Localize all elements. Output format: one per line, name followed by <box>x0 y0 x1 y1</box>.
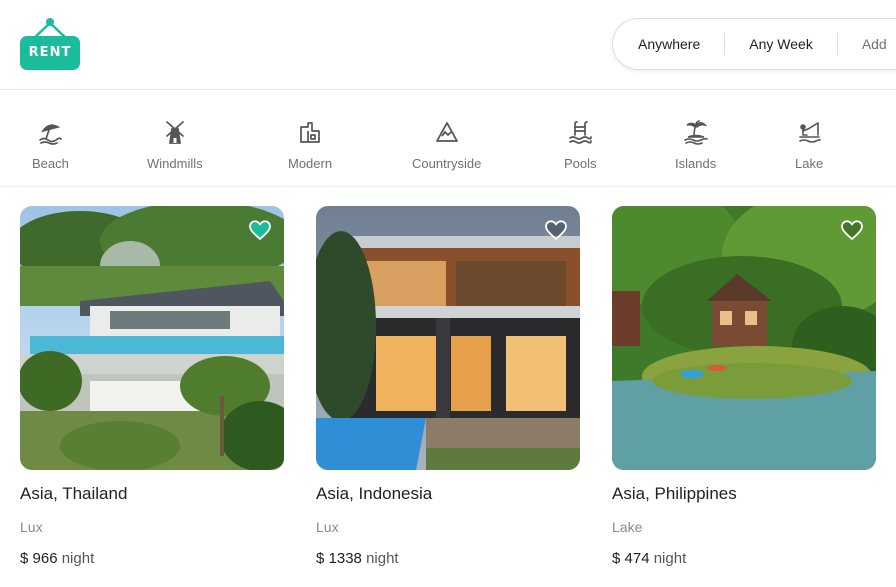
listing-category: Lake <box>612 519 643 535</box>
price-unit: night <box>366 550 399 567</box>
top-header: RENT Anywhere Any Week Add <box>0 0 896 90</box>
beach-umbrella-icon <box>37 119 63 145</box>
listing-price: $ 1338 night <box>316 550 580 567</box>
category-label: Beach <box>32 156 69 171</box>
listing-photo[interactable] <box>316 206 580 470</box>
listing-location: Asia, Philippines <box>612 484 737 503</box>
listing-location: Asia, Indonesia <box>316 484 433 503</box>
price-amount: $ 1338 <box>316 550 362 567</box>
listing-card[interactable]: Asia, Thailand Lux $ 966 night <box>20 206 284 567</box>
modern-building-icon <box>297 119 323 145</box>
category-windmills[interactable]: Windmills <box>147 119 203 171</box>
listing-price: $ 474 night <box>612 550 876 567</box>
category-bar: Beach Windmills Modern Countryside Pools… <box>0 91 896 187</box>
lake-fishing-icon <box>796 119 822 145</box>
favorite-heart-icon[interactable] <box>544 218 568 242</box>
rent-logo[interactable]: RENT <box>20 18 80 70</box>
price-amount: $ 474 <box>612 550 650 567</box>
category-label: Pools <box>564 156 597 171</box>
category-pools[interactable]: Pools <box>564 119 597 171</box>
search-any-week-button[interactable]: Any Week <box>725 36 837 52</box>
category-label: Islands <box>675 156 717 171</box>
listing-photo[interactable] <box>612 206 876 470</box>
price-unit: night <box>653 550 687 567</box>
price-unit: night <box>61 550 95 567</box>
search-anywhere-button[interactable]: Anywhere <box>613 36 724 52</box>
search-add-guests-button[interactable]: Add <box>838 36 896 52</box>
category-label: Windmills <box>147 156 203 171</box>
listing-photo[interactable] <box>20 206 284 470</box>
favorite-heart-icon[interactable] <box>248 218 272 242</box>
category-lake[interactable]: Lake <box>795 119 823 171</box>
palm-island-icon <box>683 119 709 145</box>
listing-category: Lux <box>316 519 339 535</box>
price-amount: $ 966 <box>20 550 58 567</box>
listing-card[interactable]: Asia, Indonesia Lux $ 1338 night <box>316 206 580 567</box>
favorite-heart-icon[interactable] <box>840 218 864 242</box>
listing-price: $ 966 night <box>20 550 284 567</box>
category-label: Countryside <box>412 156 482 171</box>
search-bar[interactable]: Anywhere Any Week Add <box>612 18 896 70</box>
category-countryside[interactable]: Countryside <box>412 119 481 171</box>
windmill-icon <box>162 119 188 145</box>
listing-category: Lux <box>20 519 43 535</box>
category-islands[interactable]: Islands <box>675 119 716 171</box>
listing-card[interactable]: Asia, Philippines Lake $ 474 night <box>612 206 876 567</box>
pool-ladder-icon <box>567 119 593 145</box>
logo-text: RENT <box>28 45 72 60</box>
category-label: Lake <box>795 156 824 171</box>
listing-location: Asia, Thailand <box>20 484 128 503</box>
mountain-icon <box>434 119 460 145</box>
category-beach[interactable]: Beach <box>32 119 69 171</box>
category-label: Modern <box>288 156 333 171</box>
category-modern[interactable]: Modern <box>288 119 332 171</box>
